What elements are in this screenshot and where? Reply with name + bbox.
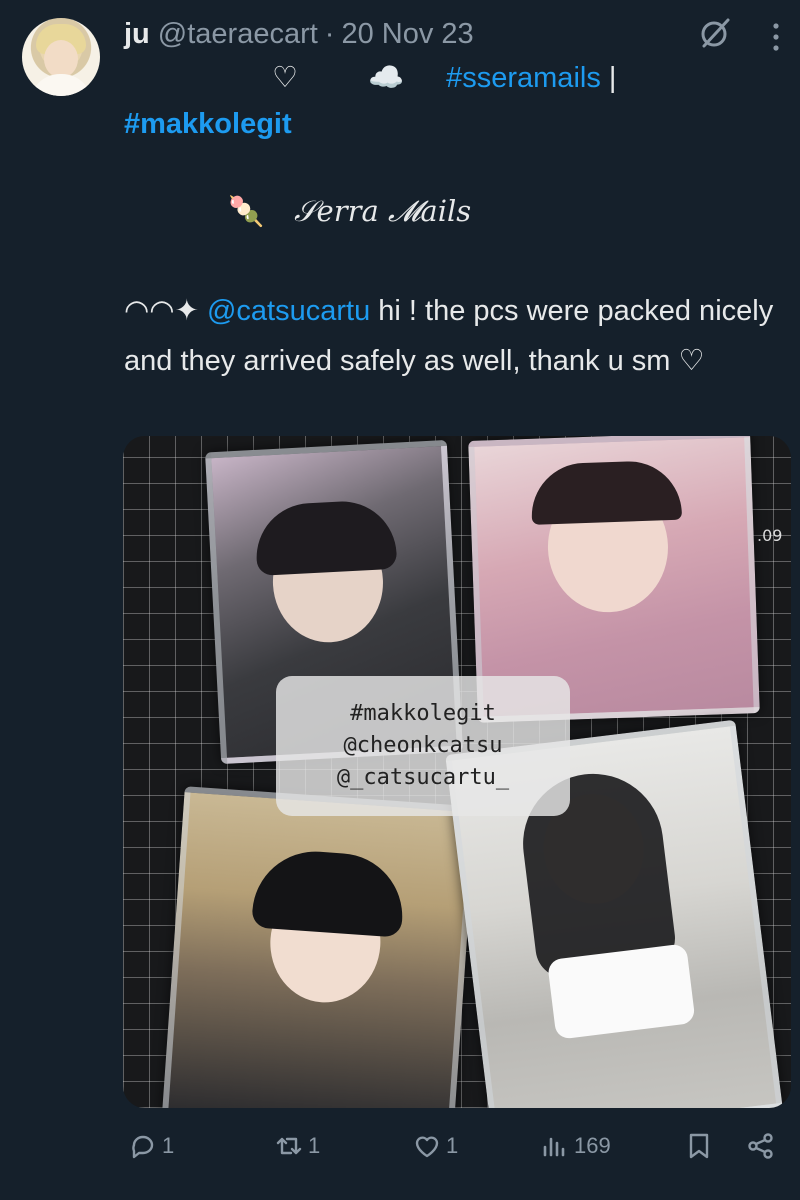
divider-bar: | <box>608 62 617 94</box>
avatar-face <box>44 40 78 78</box>
heart-icon <box>415 1136 439 1158</box>
views-chart-icon <box>543 1137 565 1157</box>
like-count: 1 <box>446 1133 459 1158</box>
tweet-photo[interactable]: .09 #makkolegit @cheonkcatsu @_catsucart… <box>123 436 791 1108</box>
action-bar: 1 1 1 169 <box>0 1124 800 1168</box>
card3-hair <box>251 847 407 938</box>
brand-text: 𝒮erra 𝓜ails <box>294 194 472 228</box>
body-prefix: ◠◠✦ <box>124 295 199 327</box>
heart-symbol: ♡ <box>272 62 298 94</box>
watermark-line-1: #makkolegit <box>350 701 496 726</box>
card2-hair <box>530 459 683 525</box>
dango-emoji: 🍡 <box>228 195 265 228</box>
mat-mark: .09 <box>757 526 783 545</box>
watermark-line-2: @cheonkcatsu <box>343 733 503 758</box>
grok-icon[interactable] <box>698 16 732 50</box>
tweet-date[interactable]: 20 Nov 23 <box>341 18 473 51</box>
bookmark-button[interactable] <box>684 1124 714 1168</box>
watermark-line-3: @_catsucartu_ <box>336 765 510 790</box>
view-count: 169 <box>574 1133 611 1158</box>
tweet-header: ju @taeraecart · 20 Nov 23 <box>124 14 474 54</box>
card4-top <box>546 943 696 1040</box>
cloud-emoji: ☁️ <box>368 62 405 94</box>
author-name[interactable]: ju <box>124 18 150 51</box>
tweet-line-2: #makkolegit <box>124 102 784 146</box>
like-button[interactable]: 1 <box>412 1124 458 1168</box>
share-icon <box>748 1133 773 1159</box>
photocard-3 <box>161 786 477 1108</box>
tweet-body: ◠◠✦ @catsucartu hi ! the pcs were packed… <box>124 286 784 386</box>
card1-hair <box>253 498 398 576</box>
tweet-line-1: ♡ ☁️ #sseramails | <box>272 56 800 100</box>
brand-line: 🍡 𝒮erra 𝓜ails <box>228 194 471 229</box>
avatar[interactable] <box>22 18 100 96</box>
reply-icon <box>132 1135 154 1159</box>
hashtag-makkolegit[interactable]: #makkolegit <box>124 108 292 140</box>
more-vertical-icon[interactable] <box>772 22 780 52</box>
avatar-body <box>30 74 92 96</box>
repost-count: 1 <box>308 1133 321 1158</box>
share-button[interactable] <box>746 1124 776 1168</box>
watermark-box: #makkolegit @cheonkcatsu @_catsucartu_ <box>276 676 570 816</box>
repost-icon <box>276 1137 302 1155</box>
separator-dot: · <box>324 17 335 50</box>
repost-button[interactable]: 1 <box>274 1124 320 1168</box>
views-button[interactable]: 169 <box>540 1124 611 1168</box>
reply-button[interactable]: 1 <box>128 1124 174 1168</box>
author-handle[interactable]: @taeraecart <box>158 18 318 51</box>
hashtag-sseramails[interactable]: #sseramails <box>446 62 601 94</box>
reply-count: 1 <box>162 1133 175 1158</box>
mention-catsucartu[interactable]: @catsucartu <box>207 295 370 327</box>
bookmark-icon <box>689 1133 709 1159</box>
